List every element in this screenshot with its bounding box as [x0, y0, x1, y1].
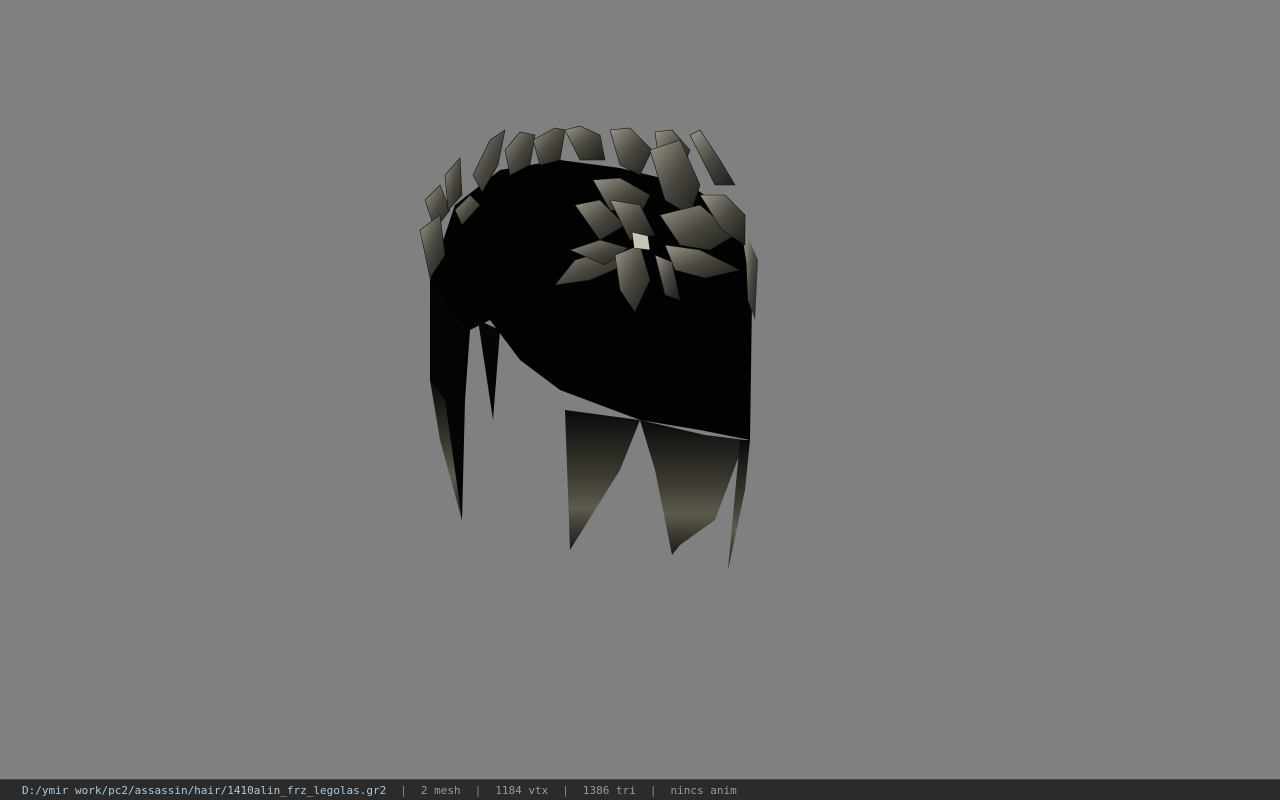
mesh-count-label: 2 mesh	[420, 783, 461, 797]
triangle-count-label: 1386 tri	[582, 783, 636, 797]
separator: |	[649, 783, 657, 797]
vertex-count-label: 1184 vtx	[495, 783, 549, 797]
file-path-label: D:/ymir work/pc2/assassin/hair/1410alin_…	[22, 783, 387, 797]
animation-status-label: nincs anim	[670, 783, 737, 797]
3d-viewport[interactable]	[0, 0, 1280, 779]
status-bar: D:/ymir work/pc2/assassin/hair/1410alin_…	[0, 779, 1280, 800]
separator: |	[562, 783, 569, 797]
separator: |	[400, 783, 407, 797]
hair-model-render	[419, 125, 758, 570]
separator: |	[474, 783, 482, 797]
